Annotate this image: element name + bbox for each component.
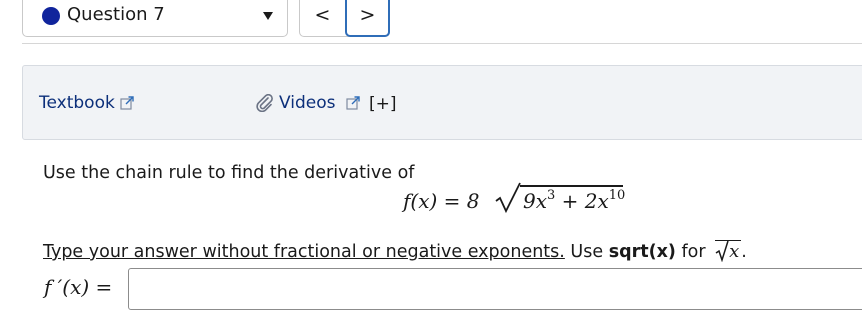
- radical-sign-icon: [495, 182, 521, 214]
- videos-link[interactable]: Videos: [255, 93, 360, 113]
- resources-panel: Textbook Videos [+]: [22, 65, 862, 140]
- answer-instruction: Type your answer without fractional or n…: [43, 240, 747, 262]
- chevron-right-icon: >: [359, 4, 376, 26]
- next-question-button[interactable]: >: [345, 0, 390, 37]
- radical-bar: [520, 185, 623, 187]
- answer-input[interactable]: [128, 268, 862, 310]
- chevron-left-icon: <: [314, 4, 331, 26]
- textbook-link[interactable]: Textbook: [39, 93, 134, 113]
- header-divider: [22, 43, 862, 44]
- sqrt-x-symbol: x: [715, 240, 742, 262]
- external-link-icon: [345, 96, 360, 110]
- answer-label: f ′(x) =: [44, 275, 113, 299]
- previous-question-button[interactable]: <: [300, 0, 345, 36]
- expand-resources-button[interactable]: [+]: [369, 94, 397, 114]
- question-page: Question 7 < > Textbook Videos [+] Use t…: [0, 0, 862, 322]
- external-link-icon: [120, 96, 134, 110]
- videos-link-label: Videos: [279, 93, 336, 113]
- question-status-dot: [42, 7, 60, 25]
- question-nav: < >: [299, 0, 390, 37]
- question-selector[interactable]: Question 7: [22, 0, 288, 37]
- formula-radicand: 9x3 + 2x10: [523, 188, 626, 213]
- caret-down-icon: [263, 12, 273, 20]
- paperclip-icon: [256, 94, 273, 112]
- formula-lhs: f(x) = 8: [403, 189, 480, 213]
- sqrt-syntax: sqrt(x): [608, 242, 676, 262]
- textbook-link-label: Textbook: [39, 93, 115, 113]
- question-selector-label: Question 7: [67, 4, 165, 25]
- format-instruction-link[interactable]: Type your answer without fractional or n…: [43, 242, 565, 262]
- question-prompt: Use the chain rule to find the derivativ…: [43, 163, 415, 183]
